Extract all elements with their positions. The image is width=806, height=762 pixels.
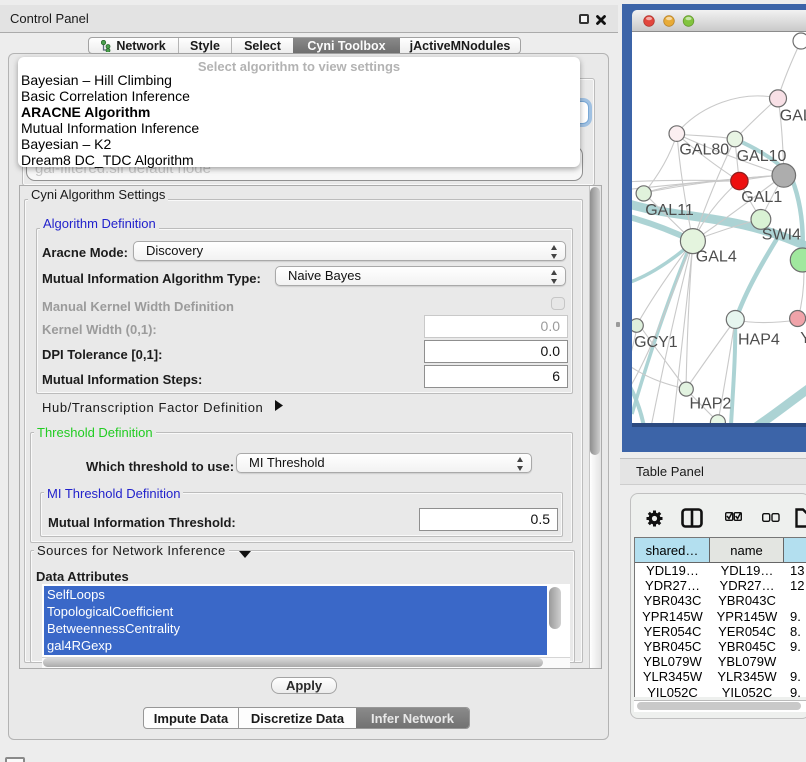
svg-text:GAL11: GAL11 (645, 202, 694, 219)
svg-text:GAL4: GAL4 (696, 249, 737, 266)
svg-text:GAL80: GAL80 (679, 142, 729, 159)
svg-text:GAL10: GAL10 (737, 148, 787, 165)
svg-text:HAP2: HAP2 (690, 396, 732, 413)
svg-text:YM: YM (800, 330, 806, 347)
svg-text:GAL7: GAL7 (780, 108, 806, 125)
svg-text:SWI4: SWI4 (762, 227, 801, 244)
svg-text:HAP4: HAP4 (738, 331, 780, 348)
svg-text:GAL1: GAL1 (741, 189, 782, 206)
svg-text:GCY1: GCY1 (634, 334, 678, 351)
